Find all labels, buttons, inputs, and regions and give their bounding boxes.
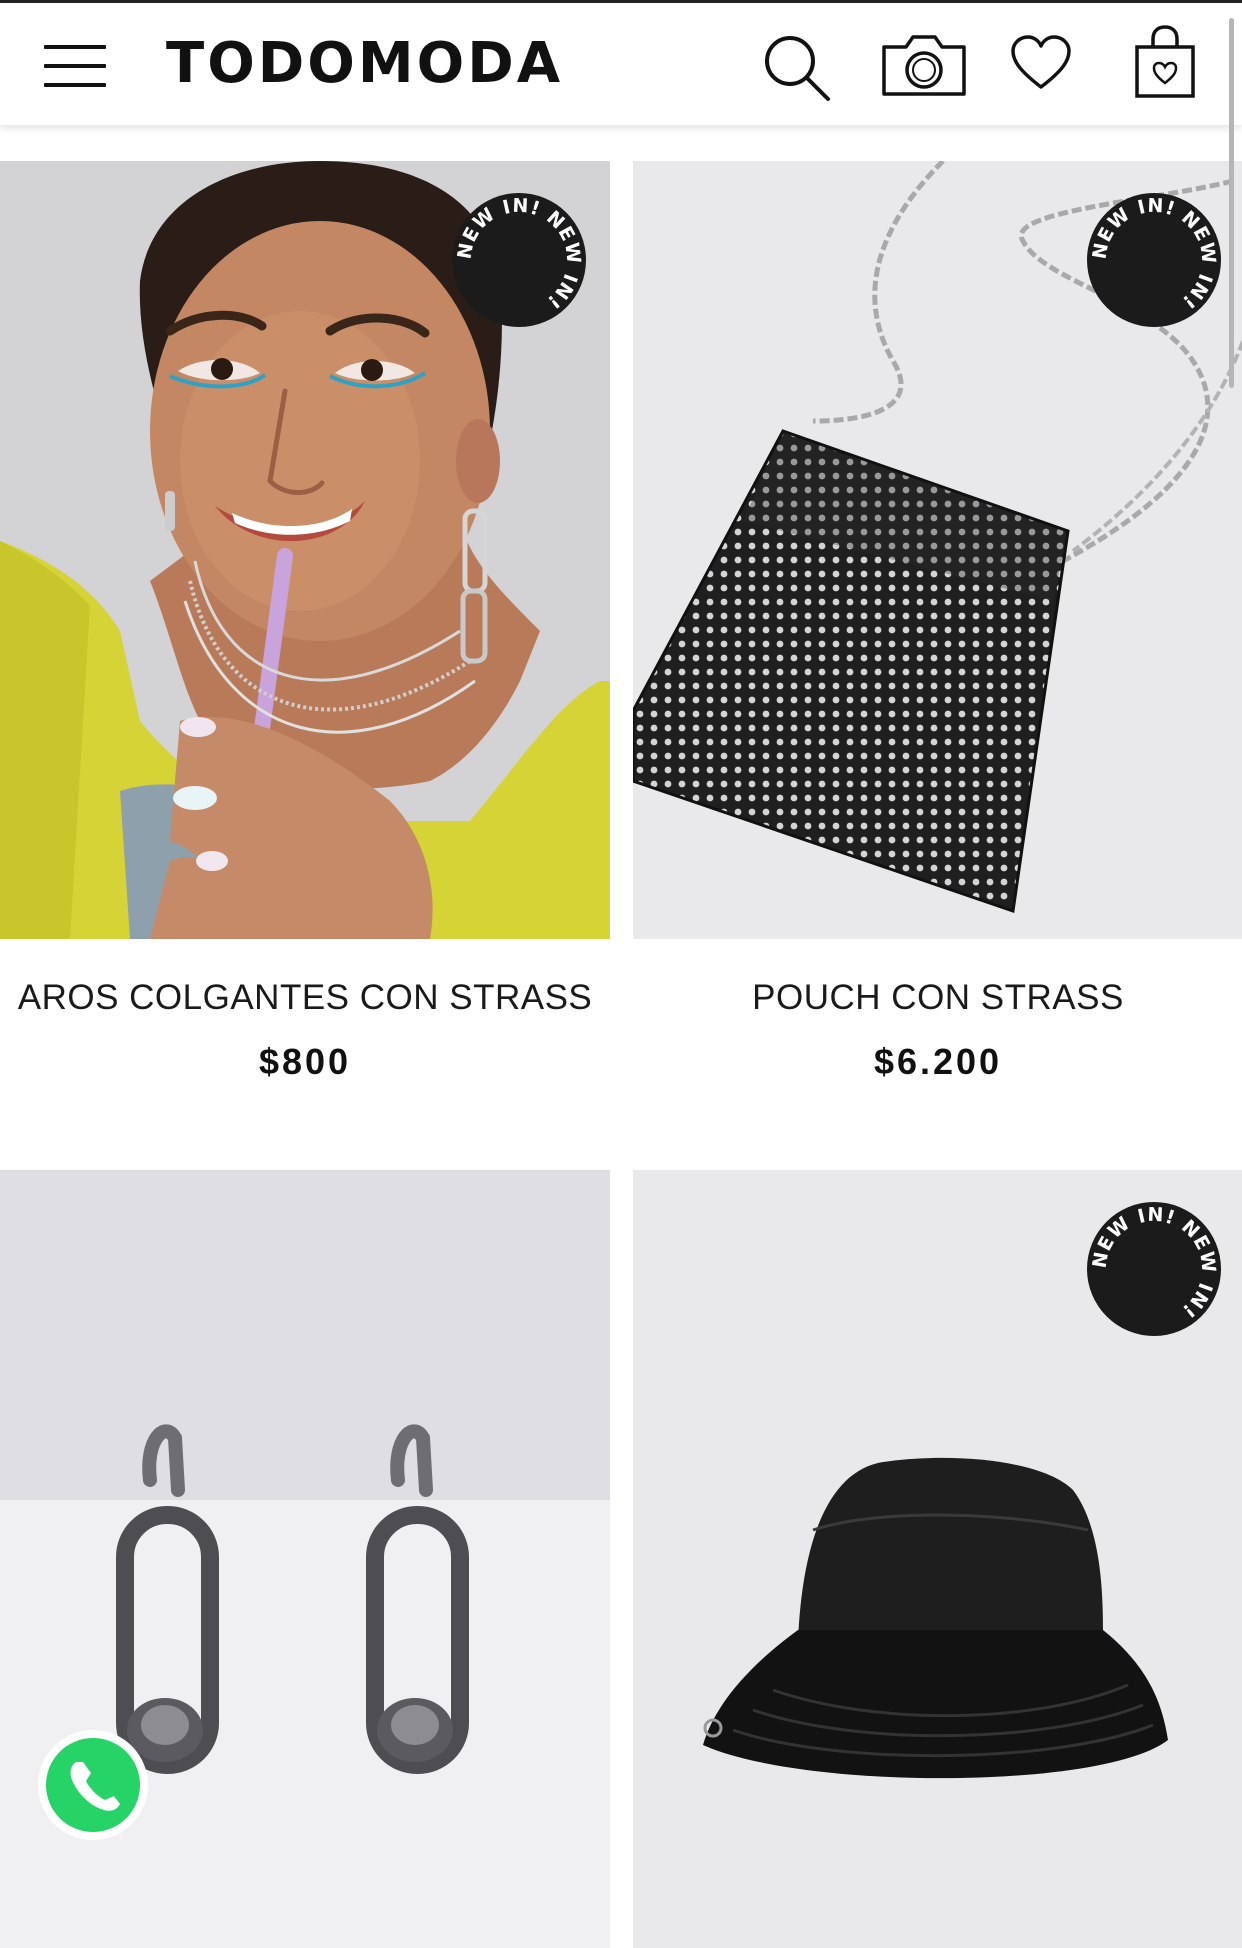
whatsapp-icon[interactable] [38, 1730, 148, 1840]
menu-icon[interactable] [44, 45, 106, 87]
search-icon[interactable] [760, 31, 832, 103]
new-in-badge: NEW IN! NEW IN! [1085, 1200, 1223, 1338]
brand-logo[interactable]: TODOMODA [166, 31, 563, 97]
top-navigation-bar: TODOMODA [0, 0, 1242, 125]
camera-icon[interactable] [881, 33, 967, 97]
heart-icon[interactable] [1010, 35, 1072, 91]
product-price: $800 [258, 1041, 352, 1082]
page-scrollbar[interactable] [1229, 18, 1234, 388]
product-price: $6.200 [873, 1041, 1003, 1082]
shopping-bag-icon[interactable] [1134, 25, 1196, 99]
product-name[interactable]: AROS COLGANTES CON STRASS [0, 978, 610, 1018]
new-in-badge: NEW IN! NEW IN! [450, 191, 588, 329]
new-in-badge: NEW IN! NEW IN! [1085, 191, 1223, 329]
product-name[interactable]: POUCH CON STRASS [633, 978, 1242, 1018]
